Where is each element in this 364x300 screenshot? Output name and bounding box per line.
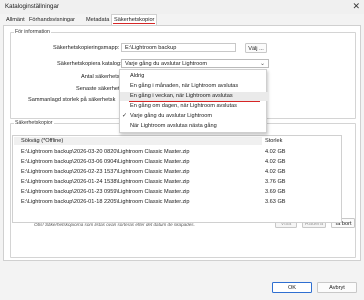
choose-folder-button[interactable]: Välj ... [245,43,267,53]
column-header-size[interactable]: Storlek [265,137,282,145]
close-icon[interactable]: ✕ [352,1,360,12]
row-size: 3.63 GB [265,199,286,205]
table-row[interactable]: E:\Lightroom backup\2026-02-23 1537\Ligh… [13,168,343,177]
tab-previews[interactable]: Förhandsvisningar [27,15,77,25]
tab-metadata[interactable]: Metadata [84,15,111,25]
backups-group-legend: Säkerhetskopior [15,120,53,126]
menu-item-monthly[interactable]: En gång i månaden, när Lightroom avsluta… [120,82,268,91]
row-path: E:\Lightroom backup\2026-01-23 0959\Ligh… [21,189,190,195]
row-size: 4.02 GB [265,149,286,155]
highlight-underline [129,101,260,102]
row-path: E:\Lightroom backup\2026-02-23 1537\Ligh… [21,169,190,175]
backup-frequency-menu: Aldrig En gång i månaden, när Lightroom … [119,69,268,133]
row-size: 4.02 GB [265,159,286,165]
window-title: Kataloginställningar [5,3,60,10]
menu-item-daily[interactable]: En gång om dagen, när Lightroom avslutas [120,102,268,111]
backup-frequency-select[interactable]: Varje gång du avslutar Lightroom ⌄ [121,59,269,68]
info-group-legend: För information [15,29,50,35]
backup-frequency-value: Varje gång du avslutar Lightroom [125,61,207,67]
menu-item-next-exit[interactable]: När Lightroom avslutas nästa gång [120,122,268,131]
cancel-button[interactable]: Avbryt [317,282,357,293]
menu-item-label: När Lightroom avslutas nästa gång [130,123,217,129]
latest-backup-label: Senaste säkerhetsk [76,86,126,92]
backup-folder-label: Säkerhetskopieringsmapp: [53,45,120,51]
row-path: E:\Lightroom backup\2026-01-18 2205\Ligh… [21,199,190,205]
chevron-down-icon: ⌄ [259,61,265,67]
ok-button[interactable]: OK [272,282,312,293]
row-path: E:\Lightroom backup\2026-03-20 0820\Ligh… [21,149,190,155]
total-size-label: Sammanlagd storlek på säkerhetsk [28,97,116,103]
menu-item-weekly[interactable]: En gång i veckan, när Lightroom avslutas [120,92,268,101]
menu-item-label: En gång i månaden, när Lightroom avsluta… [130,83,239,89]
table-row[interactable]: E:\Lightroom backup\2026-01-23 0959\Ligh… [13,188,343,197]
tab-backups[interactable]: Säkerhetskopior [111,14,158,25]
table-row[interactable]: E:\Lightroom backup\2026-01-24 1538\Ligh… [13,178,343,187]
dialog-footer: OK Avbryt [0,262,364,300]
row-size: 4.02 GB [265,169,286,175]
table-row[interactable]: E:\Lightroom backup\2026-03-06 0904\Ligh… [13,158,343,167]
menu-item-label: Aldrig [130,73,145,79]
column-header-path[interactable]: Sökväg (*Offline) [14,137,262,145]
row-size: 3.76 GB [265,179,286,185]
menu-item-label: En gång om dagen, när Lightroom avslutas [130,103,237,109]
row-size: 3.69 GB [265,189,286,195]
menu-item-every-exit[interactable]: ✓ Varje gång du avslutar Lightroom [120,112,268,121]
menu-item-label: En gång i veckan, när Lightroom avslutas [130,93,233,99]
row-path: E:\Lightroom backup\2026-01-24 1538\Ligh… [21,179,190,185]
checkmark-icon: ✓ [122,113,128,119]
table-row[interactable]: E:\Lightroom backup\2026-03-20 0820\Ligh… [13,148,343,157]
row-path: E:\Lightroom backup\2026-03-06 0904\Ligh… [21,159,190,165]
backup-catalog-label: Säkerhetskopiera katalog: [57,61,122,67]
title-bar: Kataloginställningar ✕ [0,0,364,14]
tab-bar: Allmänt Förhandsvisningar Metadata Säker… [0,14,364,25]
menu-item-never[interactable]: Aldrig [120,72,268,81]
backup-folder-field: E:\Lightroom backup [121,43,236,52]
tab-general[interactable]: Allmänt [4,15,27,25]
backups-table: Sökväg (*Offline) Storlek E:\Lightroom b… [12,135,342,223]
menu-item-label: Varje gång du avslutar Lightroom [130,113,212,119]
table-row[interactable]: E:\Lightroom backup\2026-01-18 2205\Ligh… [13,198,343,207]
